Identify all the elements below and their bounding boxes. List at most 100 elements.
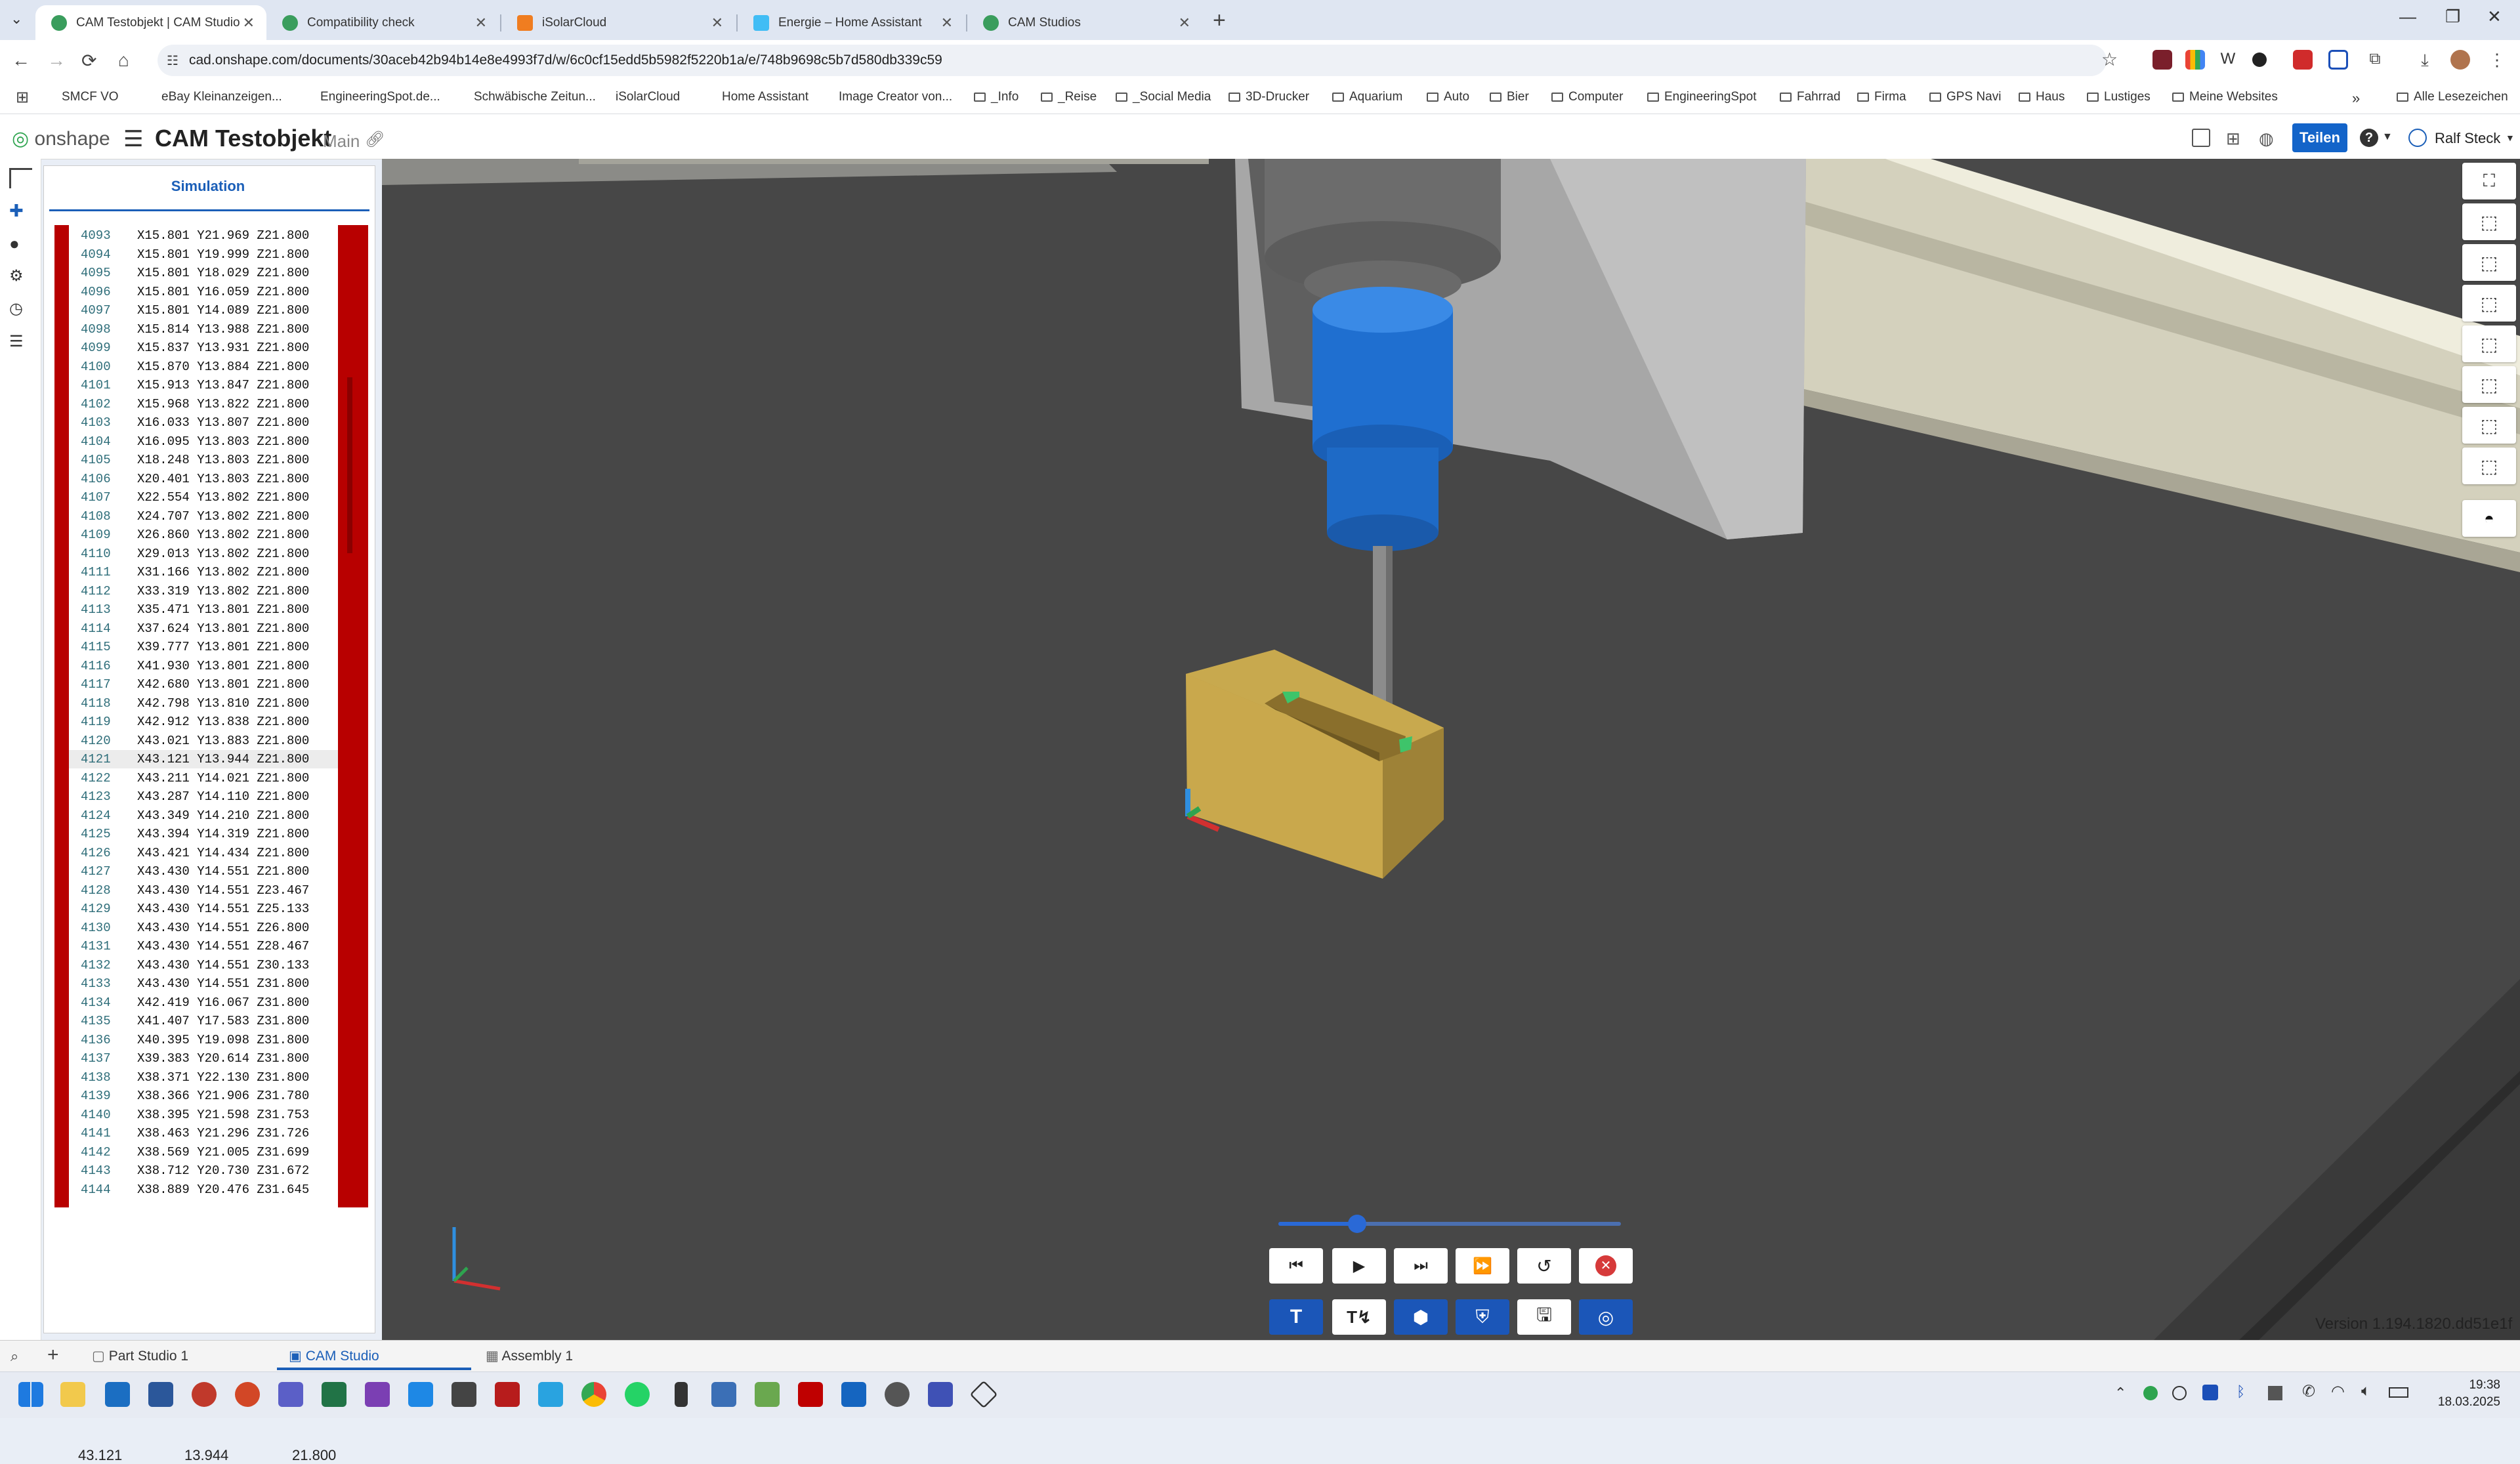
gcode-line[interactable]: 4104 X16.095 Y13.803 Z21.800 xyxy=(69,432,338,451)
more-bookmarks-chevron-icon[interactable]: » xyxy=(2352,90,2360,107)
bookmark-folder[interactable]: Computer xyxy=(1551,90,1623,104)
gcode-line[interactable]: 4097 X15.801 Y14.089 Z21.800 xyxy=(69,301,338,320)
tool-library-icon[interactable]: ⚙ xyxy=(9,266,30,285)
outlook-icon[interactable] xyxy=(105,1382,130,1407)
share-button[interactable]: Teilen xyxy=(2292,123,2347,152)
gcode-line[interactable]: 4118 X42.798 Y13.810 Z21.800 xyxy=(69,694,338,713)
bluetooth-icon[interactable]: ᛒ xyxy=(2236,1383,2245,1400)
gcode-line[interactable]: 4123 X43.287 Y14.110 Z21.800 xyxy=(69,787,338,806)
whatsapp-icon[interactable] xyxy=(625,1382,650,1407)
chevron-down-icon[interactable]: ▼ xyxy=(2382,131,2393,143)
close-icon[interactable]: ✕ xyxy=(243,14,255,31)
show-toolpath-button[interactable]: T↯ xyxy=(1332,1299,1386,1335)
extension-icon[interactable] xyxy=(2252,52,2267,67)
extension-icon[interactable] xyxy=(2293,50,2313,70)
gcode-line[interactable]: 4133 X43.430 Y14.551 Z31.800 xyxy=(69,974,338,993)
gcode-list-icon[interactable]: ☰ xyxy=(9,332,30,350)
render-mode-button[interactable]: ◓ xyxy=(2462,500,2516,537)
app-icon[interactable] xyxy=(885,1382,910,1407)
gcode-line[interactable]: 4109 X26.860 Y13.802 Z21.800 xyxy=(69,526,338,544)
learning-center-icon[interactable]: ◍ xyxy=(2259,129,2277,148)
close-simulation-button[interactable]: ✕ xyxy=(1579,1248,1633,1284)
simulation-tab[interactable]: Simulation xyxy=(44,178,372,195)
link-icon[interactable]: 🔗︎ xyxy=(365,130,385,149)
branch-label[interactable]: Main xyxy=(323,131,360,152)
window-close-button[interactable]: ✕ xyxy=(2487,7,2502,27)
tray-icon[interactable] xyxy=(2143,1386,2158,1400)
document-title[interactable]: CAM Testobjekt xyxy=(155,125,331,152)
gcode-line[interactable]: 4140 X38.395 Y21.598 Z31.753 xyxy=(69,1106,338,1124)
speaker-icon[interactable]: 🔈︎ xyxy=(2361,1382,2370,1400)
bookmark-folder[interactable]: Haus xyxy=(2019,90,2065,104)
save-stock-button[interactable]: 🖫︎ xyxy=(1517,1299,1571,1335)
browser-tab-isolarcloud[interactable]: iSolarCloud ✕ xyxy=(501,5,735,40)
gcode-line[interactable]: 4126 X43.421 Y14.434 Z21.800 xyxy=(69,844,338,862)
bookmark-folder[interactable]: Aquarium xyxy=(1332,90,1402,104)
extension-icon[interactable]: W xyxy=(2218,50,2238,70)
gcode-line[interactable]: 4102 X15.968 Y13.822 Z21.800 xyxy=(69,395,338,413)
gcode-line[interactable]: 4128 X43.430 Y14.551 Z23.467 xyxy=(69,881,338,900)
gcode-line[interactable]: 4142 X38.569 Y21.005 Z31.699 xyxy=(69,1143,338,1161)
maximize-button[interactable]: ❐ xyxy=(2445,7,2460,27)
app-icon[interactable] xyxy=(675,1382,688,1407)
gcode-line[interactable]: 4121 X43.121 Y13.944 Z21.800 xyxy=(69,750,338,768)
bookmark-item[interactable]: SMCF VO xyxy=(62,90,119,104)
download-icon[interactable]: ⤓ xyxy=(2415,50,2435,70)
tray-icon[interactable] xyxy=(2172,1386,2187,1400)
gcode-line[interactable]: 4096 X15.801 Y16.059 Z21.800 xyxy=(69,283,338,301)
gcode-line[interactable]: 4093 X15.801 Y21.969 Z21.800 xyxy=(69,226,338,245)
bookmark-folder[interactable]: Lustiges xyxy=(2087,90,2151,104)
app-icon[interactable] xyxy=(841,1382,866,1407)
tray-icon[interactable] xyxy=(2202,1385,2218,1400)
show-tool-button[interactable]: T xyxy=(1269,1299,1323,1335)
gcode-line[interactable]: 4137 X39.383 Y20.614 Z31.800 xyxy=(69,1049,338,1068)
gcode-line[interactable]: 4103 X16.033 Y13.807 Z21.800 xyxy=(69,413,338,432)
bookmark-item[interactable]: EngineeringSpot.de... xyxy=(320,90,440,104)
gcode-line[interactable]: 4098 X15.814 Y13.988 Z21.800 xyxy=(69,320,338,339)
browser-tab-cam-testobjekt[interactable]: CAM Testobjekt | CAM Studio ✕ xyxy=(35,5,266,40)
add-tab-button[interactable]: + xyxy=(47,1344,59,1366)
tab-assembly-1[interactable]: ▦ Assembly 1 xyxy=(486,1348,573,1364)
gcode-line[interactable]: 4139 X38.366 Y21.906 Z31.780 xyxy=(69,1087,338,1105)
gcode-line[interactable]: 4119 X42.912 Y13.838 Z21.800 xyxy=(69,713,338,731)
wifi-icon[interactable]: ◠ xyxy=(2331,1382,2345,1401)
home-button[interactable]: ⌂ xyxy=(118,50,129,71)
view-cube-button[interactable]: ⬚ xyxy=(2462,244,2516,281)
filezilla-icon[interactable] xyxy=(798,1382,823,1407)
gcode-line[interactable]: 4106 X20.401 Y13.803 Z21.800 xyxy=(69,470,338,488)
add-operation-icon[interactable]: ✚ xyxy=(9,201,30,220)
gcode-line[interactable]: 4122 X43.211 Y14.021 Z21.800 xyxy=(69,769,338,787)
file-explorer-icon[interactable] xyxy=(60,1382,85,1407)
bookmark-folder[interactable]: Auto xyxy=(1427,90,1469,104)
browser-menu-icon[interactable]: ⋮ xyxy=(2487,50,2507,70)
gcode-line[interactable]: 4114 X37.624 Y13.801 Z21.800 xyxy=(69,619,338,638)
gcode-line[interactable]: 4144 X38.889 Y20.476 Z31.645 xyxy=(69,1181,338,1199)
view-cube-button[interactable]: ⬚ xyxy=(2462,285,2516,322)
gcode-line[interactable]: 4120 X43.021 Y13.883 Z21.800 xyxy=(69,732,338,750)
bookmark-item[interactable]: Image Creator von... xyxy=(839,90,952,104)
close-icon[interactable]: ✕ xyxy=(475,14,487,31)
view-cube-button[interactable]: ⬚ xyxy=(2462,203,2516,240)
app-icon[interactable] xyxy=(755,1382,780,1407)
gcode-line[interactable]: 4138 X38.371 Y22.130 Z31.800 xyxy=(69,1068,338,1087)
gcode-line[interactable]: 4116 X41.930 Y13.801 Z21.800 xyxy=(69,657,338,675)
bookmark-item[interactable]: Home Assistant xyxy=(722,90,808,104)
comments-icon[interactable]: ● xyxy=(9,234,30,253)
gcode-line[interactable]: 4108 X24.707 Y13.802 Z21.800 xyxy=(69,507,338,526)
gcode-line[interactable]: 4117 X42.680 Y13.801 Z21.800 xyxy=(69,675,338,694)
close-icon[interactable]: ✕ xyxy=(711,14,723,31)
skip-to-start-button[interactable]: ⏮ xyxy=(1269,1248,1323,1284)
gcode-line[interactable]: 4143 X38.712 Y20.730 Z31.672 xyxy=(69,1161,338,1180)
view-cube-button[interactable]: ⬚ xyxy=(2462,366,2516,403)
system-clock[interactable]: 19:38 18.03.2025 xyxy=(2435,1377,2500,1411)
gcode-line[interactable]: 4125 X43.394 Y14.319 Z21.800 xyxy=(69,825,338,843)
gcode-line[interactable]: 4095 X15.801 Y18.029 Z21.800 xyxy=(69,264,338,282)
simulation-progress-knob[interactable] xyxy=(1348,1215,1367,1233)
bookmark-folder[interactable]: _Social Media xyxy=(1116,90,1211,104)
view-cube-button[interactable]: ⬚ xyxy=(2462,448,2516,484)
gcode-line[interactable]: 4113 X35.471 Y13.801 Z21.800 xyxy=(69,600,338,619)
gcode-line[interactable]: 4099 X15.837 Y13.931 Z21.800 xyxy=(69,339,338,357)
bookmark-folder[interactable]: GPS Navi xyxy=(1929,90,2001,104)
gcode-line[interactable]: 4135 X41.407 Y17.583 Z31.800 xyxy=(69,1012,338,1030)
gcode-line[interactable]: 4112 X33.319 Y13.802 Z21.800 xyxy=(69,582,338,600)
